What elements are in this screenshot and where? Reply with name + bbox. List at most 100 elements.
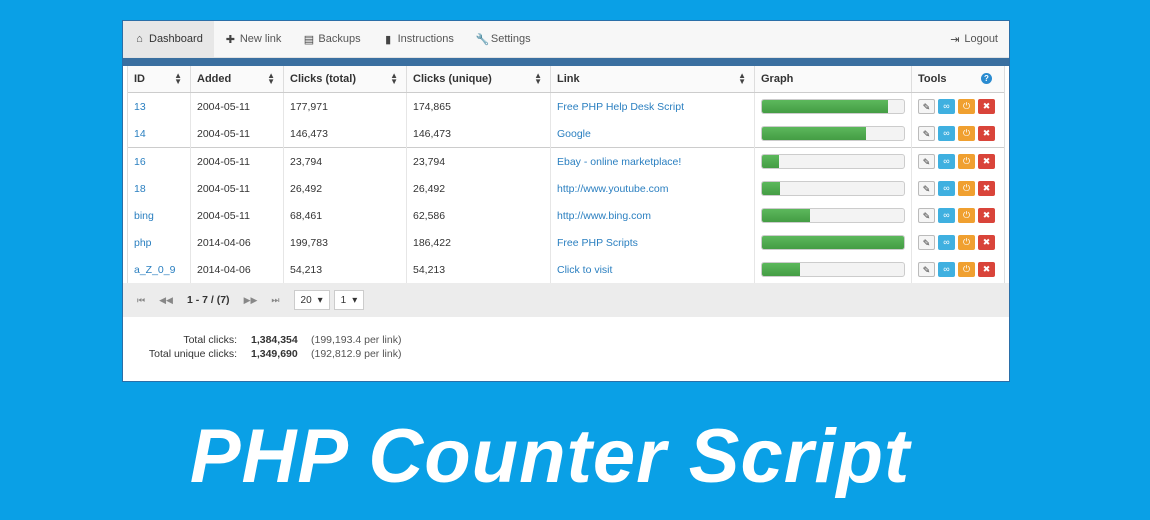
cell-link[interactable]: Ebay - online marketplace! bbox=[550, 147, 755, 175]
pencil-icon[interactable]: ✎ bbox=[918, 262, 935, 277]
cell-link-text[interactable]: Ebay - online marketplace! bbox=[557, 156, 681, 168]
pencil-icon[interactable]: ✎ bbox=[918, 208, 935, 223]
headline-title: PHP Counter Script bbox=[189, 414, 911, 499]
chevron-down-icon: ▾ bbox=[352, 294, 358, 306]
help-icon[interactable]: ? bbox=[981, 73, 992, 84]
chain-link-icon[interactable]: ∞ bbox=[938, 154, 955, 169]
first-page-icon[interactable]: ⏮ bbox=[137, 295, 145, 306]
total-clicks-per-link: (199,193.4 per link) bbox=[311, 334, 402, 346]
power-icon[interactable]: ⏻ bbox=[958, 235, 975, 250]
delete-icon[interactable]: ✖ bbox=[978, 154, 995, 169]
prev-page-icon[interactable]: ◀◀ bbox=[159, 295, 173, 306]
page-select[interactable]: 1 ▾ bbox=[333, 290, 365, 310]
progress-bar bbox=[761, 262, 905, 277]
cell-added: 2004-05-11 bbox=[190, 202, 284, 229]
sort-icon: ▲ ▼ bbox=[534, 71, 542, 86]
col-link[interactable]: Link ▲ ▼ bbox=[550, 66, 755, 93]
pencil-icon[interactable]: ✎ bbox=[918, 126, 935, 141]
cell-link-text[interactable]: Google bbox=[557, 128, 591, 140]
nav-instructions[interactable]: ▮ Instructions bbox=[372, 21, 465, 57]
cell-clicks-total: 54,213 bbox=[283, 256, 407, 283]
cell-clicks-unique: 62,586 bbox=[406, 202, 551, 229]
cell-clicks-total-text: 199,783 bbox=[290, 236, 328, 249]
nav-backups[interactable]: ▤ Backups bbox=[292, 21, 371, 57]
delete-icon[interactable]: ✖ bbox=[978, 208, 995, 223]
chain-link-icon[interactable]: ∞ bbox=[938, 99, 955, 114]
cell-id-text: bing bbox=[134, 209, 154, 222]
cell-tools: ✎ ∞ ⏻ ✖ bbox=[912, 229, 1005, 256]
cell-link-text[interactable]: Free PHP Help Desk Script bbox=[557, 101, 684, 113]
cell-added: 2004-05-11 bbox=[190, 175, 284, 202]
cell-tools: ✎ ∞ ⏻ ✖ bbox=[912, 256, 1005, 283]
sort-icon: ▲ ▼ bbox=[174, 71, 182, 86]
cell-clicks-unique-text: 26,492 bbox=[413, 182, 446, 195]
delete-icon[interactable]: ✖ bbox=[978, 262, 995, 277]
delete-icon[interactable]: ✖ bbox=[978, 126, 995, 141]
cell-link[interactable]: Free PHP Help Desk Script bbox=[550, 92, 755, 120]
col-added[interactable]: Added ▲ ▼ bbox=[190, 66, 284, 93]
cell-link[interactable]: http://www.bing.com bbox=[550, 202, 755, 229]
pencil-icon[interactable]: ✎ bbox=[918, 99, 935, 114]
sort-icon: ▲ ▼ bbox=[267, 71, 275, 86]
page-size-select[interactable]: 20 ▾ bbox=[293, 290, 330, 310]
nav-settings[interactable]: 🔧 Settings bbox=[465, 21, 542, 57]
cell-clicks-unique-text: 174,865 bbox=[413, 100, 451, 113]
col-tools: Tools? bbox=[911, 66, 1004, 93]
cell-clicks-total-text: 54,213 bbox=[290, 263, 323, 276]
cell-link[interactable]: http://www.youtube.com bbox=[550, 175, 755, 202]
cell-graph bbox=[754, 175, 912, 202]
cell-link-text[interactable]: Click to visit bbox=[557, 264, 612, 276]
cell-link-text[interactable]: http://www.youtube.com bbox=[557, 183, 668, 195]
pencil-icon[interactable]: ✎ bbox=[918, 235, 935, 250]
cell-added-text: 2004-05-11 bbox=[197, 182, 250, 195]
next-page-icon[interactable]: ▶▶ bbox=[244, 295, 258, 306]
cell-link-text[interactable]: Free PHP Scripts bbox=[557, 237, 638, 249]
chevron-down-icon: ▾ bbox=[317, 294, 323, 306]
home-icon: ⌂ bbox=[136, 33, 143, 45]
power-icon[interactable]: ⏻ bbox=[958, 154, 975, 169]
col-id-label: ID bbox=[134, 73, 145, 85]
power-icon[interactable]: ⏻ bbox=[958, 262, 975, 277]
table-row: a_Z_0_9 2014-04-06 54,213 54,213 Click to vi… bbox=[128, 256, 1004, 283]
cell-added: 2004-05-11 bbox=[190, 147, 284, 175]
nav-dashboard[interactable]: ⌂ Dashboard bbox=[123, 21, 214, 57]
chain-link-icon[interactable]: ∞ bbox=[938, 262, 955, 277]
nav-new-link[interactable]: ✚ New link bbox=[214, 21, 293, 57]
cell-graph bbox=[754, 229, 912, 256]
col-clicks-unique[interactable]: Clicks (unique) ▲ ▼ bbox=[406, 66, 551, 93]
power-icon[interactable]: ⏻ bbox=[958, 99, 975, 114]
cell-added-text: 2004-05-11 bbox=[197, 100, 250, 113]
cell-id-text: 18 bbox=[134, 182, 146, 195]
power-icon[interactable]: ⏻ bbox=[958, 126, 975, 141]
delete-icon[interactable]: ✖ bbox=[978, 99, 995, 114]
nav-logout[interactable]: ⇥ Logout bbox=[938, 21, 1009, 57]
cell-added: 2004-05-11 bbox=[190, 120, 284, 148]
cell-link[interactable]: Click to visit bbox=[550, 256, 755, 283]
progress-bar-fill bbox=[762, 236, 904, 249]
total-unique-label: Total unique clicks: bbox=[148, 348, 237, 360]
delete-icon[interactable]: ✖ bbox=[978, 181, 995, 196]
cell-tools: ✎ ∞ ⏻ ✖ bbox=[912, 120, 1005, 148]
cell-clicks-unique-text: 146,473 bbox=[413, 127, 451, 140]
cell-clicks-total-text: 68,461 bbox=[290, 209, 323, 222]
cell-clicks-total: 177,971 bbox=[283, 92, 407, 120]
chain-link-icon[interactable]: ∞ bbox=[938, 235, 955, 250]
pencil-icon[interactable]: ✎ bbox=[918, 154, 935, 169]
delete-icon[interactable]: ✖ bbox=[978, 235, 995, 250]
cell-link[interactable]: Google bbox=[550, 120, 755, 148]
chain-link-icon[interactable]: ∞ bbox=[938, 126, 955, 141]
col-clicks-total[interactable]: Clicks (total) ▲ ▼ bbox=[283, 66, 407, 93]
col-id[interactable]: ID ▲ ▼ bbox=[128, 66, 191, 93]
progress-bar-fill bbox=[762, 127, 866, 140]
power-icon[interactable]: ⏻ bbox=[958, 181, 975, 196]
pencil-icon[interactable]: ✎ bbox=[918, 181, 935, 196]
cell-link-text[interactable]: http://www.bing.com bbox=[557, 210, 651, 222]
progress-bar bbox=[761, 99, 905, 114]
cell-link[interactable]: Free PHP Scripts bbox=[550, 229, 755, 256]
chain-link-icon[interactable]: ∞ bbox=[938, 181, 955, 196]
chain-link-icon[interactable]: ∞ bbox=[938, 208, 955, 223]
last-page-icon[interactable]: ⏭ bbox=[271, 295, 279, 306]
power-icon[interactable]: ⏻ bbox=[958, 208, 975, 223]
cell-clicks-total: 146,473 bbox=[283, 120, 407, 148]
